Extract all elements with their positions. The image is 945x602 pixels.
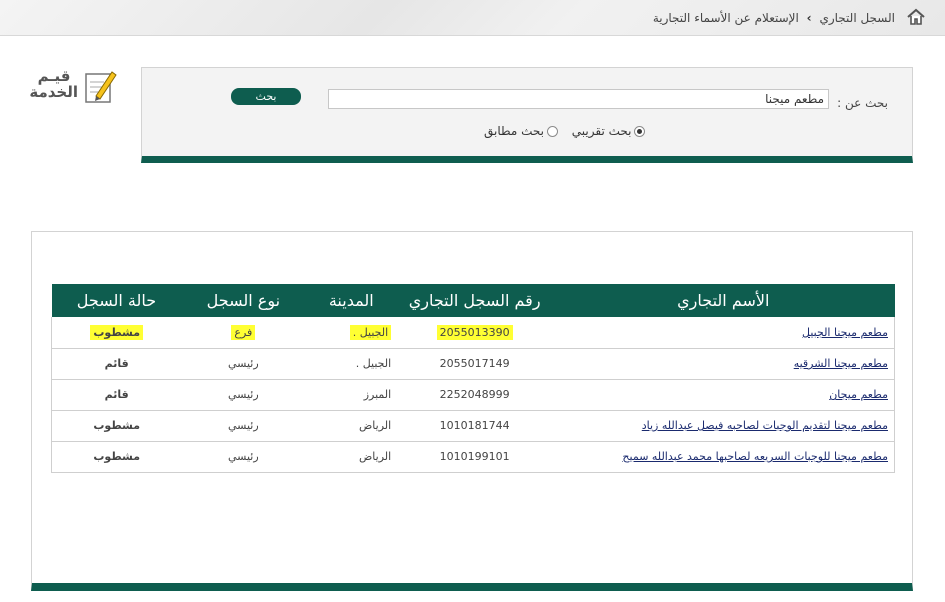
- trade-name-link[interactable]: مطعم ميجنا الشرقيه: [794, 357, 888, 370]
- top-bar: السجل التجاري › الإستعلام عن الأسماء الت…: [0, 0, 945, 36]
- results-table: الأسم التجاري رقم السجل التجاري المدينة …: [51, 284, 896, 473]
- cell-trade-name: مطعم ميجنا الجبيل: [552, 317, 896, 349]
- rate-service-label: قيـم الخدمة: [29, 67, 78, 101]
- search-panel: بحث عن : بحث بحث تقريبي بحث مطابق: [141, 67, 913, 163]
- cell-register-number: 2055013390: [397, 317, 553, 349]
- cell-register-status: قائم: [51, 379, 182, 411]
- cell-register-type: رئيسي: [181, 410, 306, 442]
- city-value: الرياض: [359, 450, 392, 463]
- city-value: المبرز: [363, 388, 392, 401]
- cell-trade-name: مطعم ميجنا للوجبات السريعه لصاحبها محمد …: [552, 441, 896, 473]
- status-badge: مشطوب: [93, 419, 141, 432]
- breadcrumb-item-commercial-register[interactable]: السجل التجاري: [819, 11, 895, 25]
- cell-register-type: رئيسي: [181, 379, 306, 411]
- register-number: 2055013390: [436, 324, 513, 340]
- radio-exact-search[interactable]: بحث مطابق: [484, 124, 558, 138]
- register-number: 1010199101: [439, 450, 510, 463]
- cell-register-type: رئيسي: [181, 441, 306, 473]
- radio-approximate-search[interactable]: بحث تقريبي: [572, 124, 646, 138]
- header-register-type: نوع السجل: [181, 284, 306, 317]
- cell-register-number: 2252048999: [397, 379, 553, 411]
- cell-register-number: 2055017149: [397, 348, 553, 380]
- table-row: مطعم ميجنا الجبيل 2055013390 الجبيل . فرع مش…: [51, 317, 896, 349]
- radio-exact-label: بحث مطابق: [484, 124, 544, 138]
- register-number: 2055017149: [439, 357, 510, 370]
- register-type-value: رئيسي: [228, 419, 259, 432]
- header-trade-name: الأسم التجاري: [552, 284, 895, 317]
- register-type-value: رئيسي: [228, 450, 259, 463]
- register-number: 2252048999: [439, 388, 510, 401]
- register-number: 1010181744: [439, 419, 510, 432]
- register-type-value: رئيسي: [228, 357, 259, 370]
- city-value: الجبيل .: [349, 324, 392, 340]
- search-label: بحث عن :: [837, 96, 888, 110]
- cell-city: الجبيل .: [305, 348, 398, 380]
- search-input[interactable]: [328, 89, 829, 109]
- results-panel: الأسم التجاري رقم السجل التجاري المدينة …: [31, 231, 913, 591]
- cell-trade-name: مطعم ميجان: [552, 379, 896, 411]
- cell-register-type: فرع: [181, 317, 306, 349]
- city-value: الجبيل .: [355, 357, 392, 370]
- header-register-number: رقم السجل التجاري: [397, 284, 553, 317]
- cell-register-status: قائم: [51, 348, 182, 380]
- rate-service-label-line2: الخدمة: [29, 83, 78, 101]
- trade-name-link[interactable]: مطعم ميجنا للوجبات السريعه لصاحبها محمد …: [622, 450, 888, 463]
- rate-service-label-line1: قيـم: [37, 67, 71, 85]
- pencil-note-icon: [85, 71, 117, 103]
- cell-register-status: مشطوب: [51, 317, 182, 349]
- table-row: مطعم ميجنا الشرقيه 2055017149 الجبيل . رئيس…: [51, 348, 896, 380]
- city-value: الرياض: [359, 419, 392, 432]
- cell-city: الرياض: [305, 441, 398, 473]
- cell-trade-name: مطعم ميجنا الشرقيه: [552, 348, 896, 380]
- radio-selected-icon[interactable]: [634, 125, 646, 137]
- chevron-left-icon: ›: [806, 11, 812, 25]
- trade-name-link[interactable]: مطعم ميجنا الجبيل: [802, 326, 888, 339]
- cell-register-type: رئيسي: [181, 348, 306, 380]
- cell-register-number: 1010199101: [397, 441, 553, 473]
- cell-city: المبرز: [305, 379, 398, 411]
- trade-name-link[interactable]: مطعم ميجنا لتقديم الوجبات لصاحبه فيصل عب…: [642, 419, 888, 432]
- register-type-value: رئيسي: [228, 388, 259, 401]
- status-badge: مشطوب: [93, 450, 141, 463]
- trade-name-link[interactable]: مطعم ميجان: [829, 388, 888, 401]
- radio-approximate-label: بحث تقريبي: [571, 124, 632, 138]
- cell-city: الجبيل .: [305, 317, 398, 349]
- cell-trade-name: مطعم ميجنا لتقديم الوجبات لصاحبه فيصل عب…: [552, 410, 896, 442]
- search-mode-options: بحث تقريبي بحث مطابق: [474, 124, 646, 140]
- table-row: مطعم ميجنا لتقديم الوجبات لصاحبه فيصل عب…: [51, 410, 896, 442]
- cell-register-number: 1010181744: [397, 410, 553, 442]
- search-button[interactable]: بحث: [231, 88, 301, 105]
- table-row: مطعم ميجنا للوجبات السريعه لصاحبها محمد …: [51, 441, 896, 473]
- rate-service-widget[interactable]: قيـم الخدمة: [29, 67, 120, 108]
- radio-unselected-icon[interactable]: [546, 125, 558, 137]
- cell-city: الرياض: [305, 410, 398, 442]
- table-header-row: الأسم التجاري رقم السجل التجاري المدينة …: [51, 284, 895, 317]
- table-row: مطعم ميجان 2252048999 المبرز رئيسي قائم: [51, 379, 896, 411]
- breadcrumb-item-trade-names-inquiry[interactable]: الإستعلام عن الأسماء التجارية: [653, 11, 799, 25]
- header-city: المدينة: [305, 284, 398, 317]
- header-register-status: حالة السجل: [51, 284, 182, 317]
- cell-register-status: مشطوب: [51, 410, 182, 442]
- status-badge: مشطوب: [90, 324, 144, 340]
- home-icon[interactable]: [906, 7, 926, 27]
- breadcrumb: السجل التجاري › الإستعلام عن الأسماء الت…: [653, 11, 895, 25]
- status-badge: قائم: [104, 388, 129, 401]
- status-badge: قائم: [104, 357, 129, 370]
- register-type-value: فرع: [231, 324, 256, 340]
- cell-register-status: مشطوب: [51, 441, 182, 473]
